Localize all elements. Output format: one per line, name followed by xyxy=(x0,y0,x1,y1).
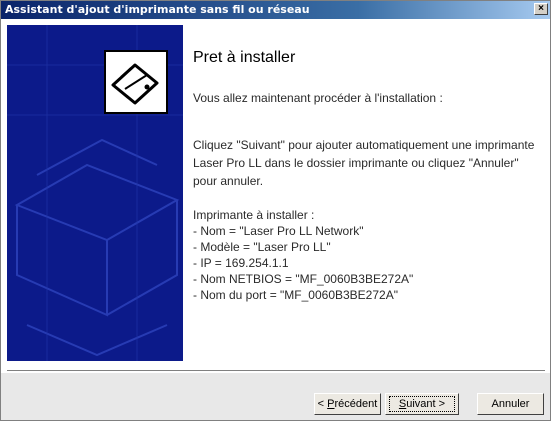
intro-text: Vous allez maintenant procéder à l'insta… xyxy=(193,91,443,105)
button-bar xyxy=(1,373,550,420)
wizard-window: Assistant d'ajout d'imprimante sans fil … xyxy=(0,0,551,421)
next-button[interactable]: Suivant > xyxy=(385,393,459,415)
window-title: Assistant d'ajout d'imprimante sans fil … xyxy=(5,3,310,16)
printer-icon xyxy=(104,50,168,114)
close-icon: × xyxy=(538,3,544,14)
banner-graphic xyxy=(7,25,183,361)
title-bar[interactable]: Assistant d'ajout d'imprimante sans fil … xyxy=(1,1,550,19)
page-heading: Pret à installer xyxy=(193,49,296,66)
side-banner xyxy=(7,25,183,361)
detail-netbios: - Nom NETBIOS = "MF_0060B3BE272A" xyxy=(193,272,414,286)
focus-ring xyxy=(389,396,455,412)
detail-name: - Nom = "Laser Pro LL Network" xyxy=(193,224,364,238)
cancel-button[interactable]: Annuler xyxy=(477,393,544,415)
details-header: Imprimante à installer : xyxy=(193,208,315,222)
instructions-text: Cliquez "Suivant" pour ajouter automatiq… xyxy=(193,138,535,188)
detail-model: - Modèle = "Laser Pro LL" xyxy=(193,240,331,254)
previous-label: récédent xyxy=(334,398,378,410)
close-button[interactable]: × xyxy=(534,3,548,15)
detail-port: - Nom du port = "MF_0060B3BE272A" xyxy=(193,288,398,302)
detail-ip: - IP = 169.254.1.1 xyxy=(193,256,289,270)
previous-prefix: < xyxy=(317,398,328,410)
previous-button[interactable]: < Précédent xyxy=(314,393,381,415)
previous-mnemonic: P xyxy=(327,398,335,410)
footer-separator xyxy=(7,370,545,372)
printer-details: Imprimante à installer : - Nom = "Laser … xyxy=(193,207,413,303)
